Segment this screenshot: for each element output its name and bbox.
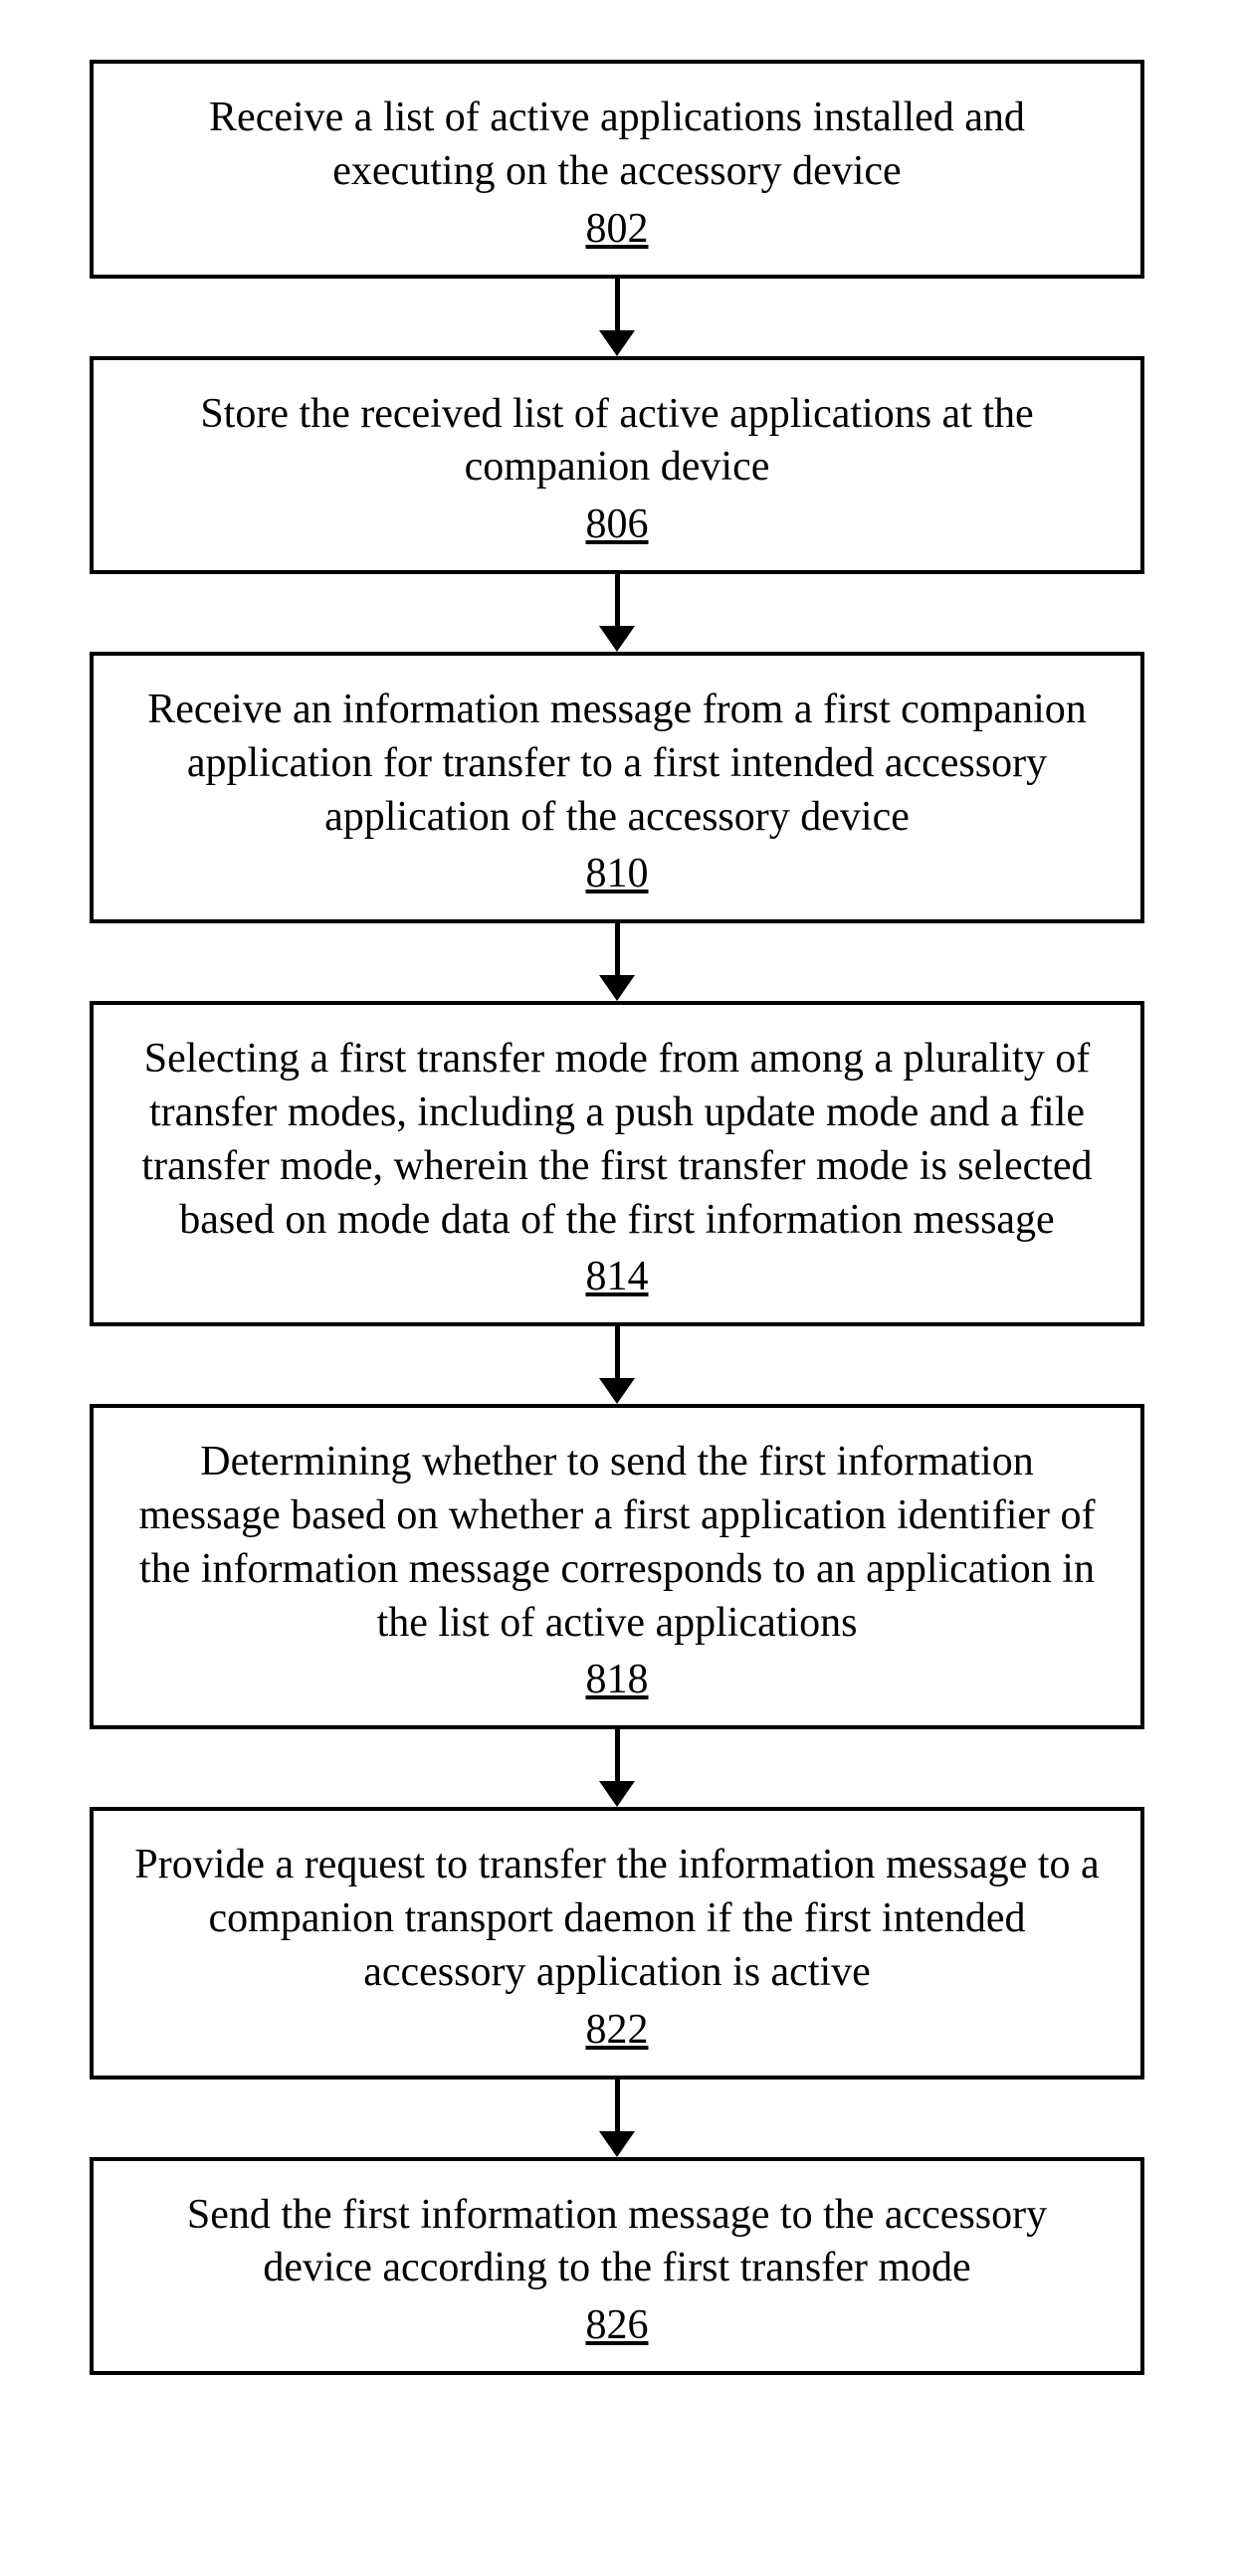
step-number: 818 [586,1656,649,1703]
step-number: 822 [586,2006,649,2054]
arrow-down-icon [599,574,635,652]
step-number: 826 [586,2301,649,2349]
flow-step: Receive a list of active applications in… [90,60,1144,279]
arrow-down-icon [599,279,635,356]
flow-step: Receive an information message from a fi… [90,652,1144,923]
flow-step: Determining whether to send the first in… [90,1404,1144,1729]
step-text: Receive an information message from a fi… [133,684,1101,844]
step-text: Send the first information message to th… [133,2189,1101,2296]
arrow-down-icon [599,923,635,1001]
arrow-down-icon [599,1326,635,1404]
flow-step: Selecting a first transfer mode from amo… [90,1001,1144,1326]
flow-step: Provide a request to transfer the inform… [90,1807,1144,2079]
flowchart: Receive a list of active applications in… [90,60,1144,2375]
step-number: 814 [586,1253,649,1300]
arrow-down-icon [599,2080,635,2157]
step-text: Selecting a first transfer mode from amo… [133,1033,1101,1247]
flow-step: Send the first information message to th… [90,2157,1144,2376]
step-number: 810 [586,850,649,897]
arrow-down-icon [599,1729,635,1807]
step-text: Provide a request to transfer the inform… [133,1839,1101,1999]
step-text: Store the received list of active applic… [133,388,1101,495]
flow-step: Store the received list of active applic… [90,356,1144,575]
step-number: 802 [586,205,649,253]
step-text: Receive a list of active applications in… [133,92,1101,199]
step-text: Determining whether to send the first in… [133,1436,1101,1650]
step-number: 806 [586,500,649,548]
